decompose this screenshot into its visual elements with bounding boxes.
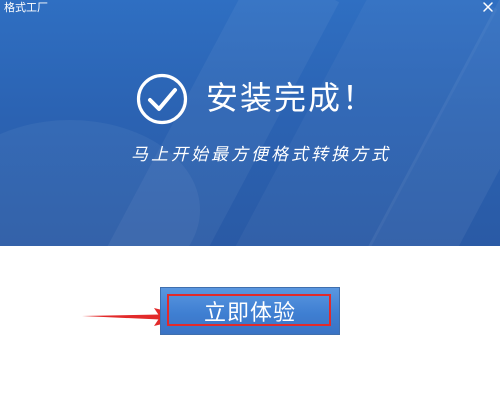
install-subtitle: 马上开始最方便格式转换方式 <box>131 145 391 165</box>
check-circle-icon <box>136 73 188 125</box>
hero-banner: 格式工厂 安装完成！ 马上开始最方便格式转换方式 <box>0 0 500 246</box>
title-bar: 格式工厂 <box>0 0 500 18</box>
close-button[interactable] <box>482 1 494 13</box>
start-experience-label: 立即体验 <box>203 301 296 326</box>
start-experience-button[interactable]: 立即体验 <box>160 287 340 335</box>
installer-window: 格式工厂 安装完成！ 马上开始最方便格式转换方式 立即体验 <box>0 0 500 400</box>
close-icon <box>483 2 493 12</box>
install-complete-heading: 安装完成！ <box>206 79 377 117</box>
window-title: 格式工厂 <box>4 1 48 14</box>
